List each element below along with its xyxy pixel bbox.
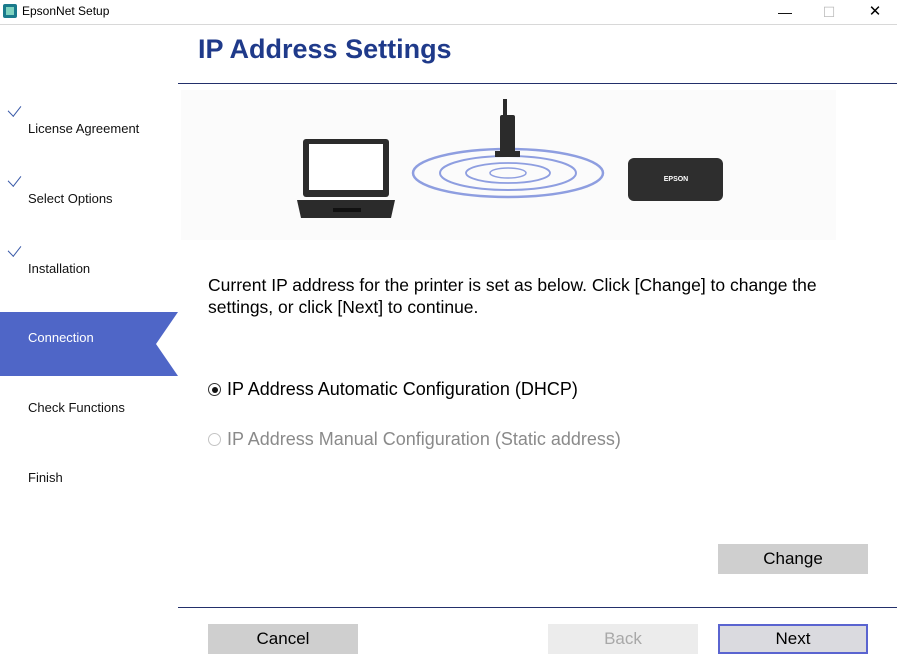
active-step-notch <box>156 312 178 376</box>
header-divider <box>178 83 897 84</box>
change-button[interactable]: Change <box>718 544 868 574</box>
step-license-agreement: License Agreement <box>0 91 178 155</box>
instruction-text: Current IP address for the printer is se… <box>208 275 817 317</box>
radio-unselected-icon <box>208 433 221 446</box>
cancel-button[interactable]: Cancel <box>208 624 358 654</box>
back-button: Back <box>548 624 698 654</box>
window-title: EpsonNet Setup <box>22 4 110 18</box>
laptop-icon <box>297 139 395 218</box>
printer-brand-label: EPSON <box>664 176 689 183</box>
page-title: IP Address Settings <box>198 34 452 64</box>
step-label: License Agreement <box>28 121 140 136</box>
maximize-button[interactable]: ☐ <box>806 0 852 24</box>
step-finish: Finish <box>0 441 178 505</box>
step-label: Connection <box>28 330 94 345</box>
step-label: Installation <box>28 261 91 276</box>
static-option-label: IP Address Manual Configuration (Static … <box>227 429 621 449</box>
app-icon <box>3 4 17 18</box>
footer-divider <box>178 607 897 608</box>
printer-icon: EPSON <box>628 158 723 201</box>
checkmark-icon <box>7 100 22 118</box>
dhcp-option-label[interactable]: IP Address Automatic Configuration (DHCP… <box>227 379 578 400</box>
step-installation: Installation <box>0 231 178 295</box>
step-select-options: Select Options <box>0 161 178 225</box>
minimize-button[interactable]: — <box>762 0 808 24</box>
radio-selected-icon[interactable] <box>208 383 221 396</box>
step-label: Select Options <box>28 191 113 206</box>
step-label: Finish <box>28 470 63 485</box>
close-button[interactable]: ✕ <box>852 0 897 24</box>
step-check-functions: Check Functions <box>0 371 178 435</box>
title-bar: EpsonNet Setup — ☐ ✕ <box>0 0 897 24</box>
next-button[interactable]: Next <box>718 624 868 654</box>
checkmark-icon <box>7 240 22 258</box>
step-connection: Connection <box>0 312 178 376</box>
checkmark-icon <box>7 170 22 188</box>
network-illustration-graphic: EPSON <box>297 99 723 218</box>
step-sidebar: License Agreement Select Options Install… <box>0 25 178 672</box>
network-illustration: EPSON <box>181 90 836 240</box>
step-label: Check Functions <box>28 400 125 415</box>
